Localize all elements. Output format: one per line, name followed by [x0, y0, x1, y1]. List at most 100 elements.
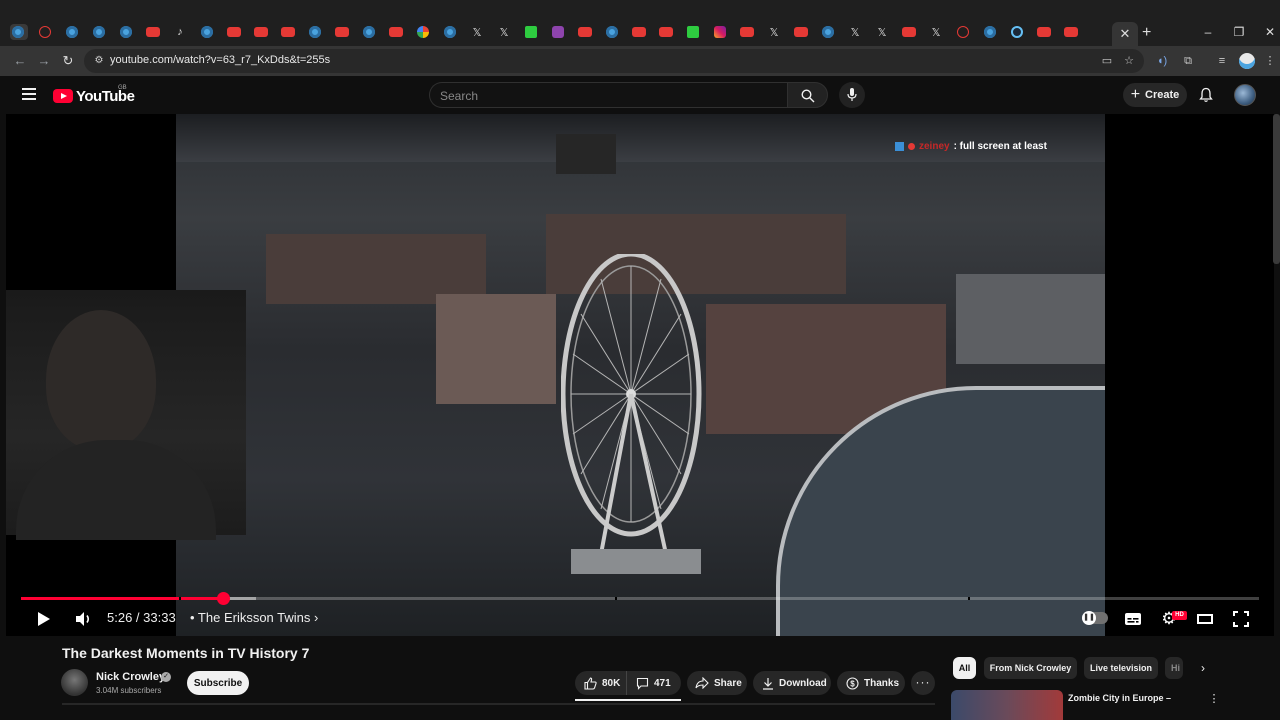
subtitles-button[interactable] — [1123, 609, 1143, 629]
browser-tab[interactable] — [440, 22, 460, 42]
new-tab-icon[interactable]: + — [1142, 24, 1156, 42]
forward-icon[interactable]: → — [36, 53, 52, 69]
browser-tab[interactable] — [413, 22, 433, 42]
browser-menu-icon[interactable]: ⋮ — [1262, 53, 1278, 69]
chapter-title[interactable]: • The Eriksson Twins › — [190, 610, 318, 625]
fullscreen-button[interactable] — [1231, 609, 1251, 629]
address-bar[interactable]: ⚙ youtube.com/watch?v=63_r7_KxDds&t=255s… — [84, 49, 1144, 73]
video-player[interactable]: zeiney : full screen at least 5:26 / 33:… — [6, 114, 1274, 636]
active-tab-close-icon[interactable]: ✕ — [1112, 22, 1138, 46]
steam-icon — [1011, 26, 1023, 38]
up-next-menu-icon[interactable]: ⋮ — [1208, 692, 1220, 706]
share-label: Share — [714, 677, 742, 689]
browser-tab[interactable] — [710, 22, 730, 42]
thanks-button[interactable]: $ Thanks — [837, 671, 905, 695]
browser-tab[interactable] — [737, 22, 757, 42]
restore-icon[interactable]: ❐ — [1231, 24, 1247, 40]
minimize-icon[interactable]: – — [1200, 24, 1216, 40]
window-close-icon[interactable]: ✕ — [1262, 24, 1278, 40]
chapter-marker — [615, 597, 618, 600]
browser-tab[interactable] — [629, 22, 649, 42]
browser-tab[interactable] — [980, 22, 1000, 42]
account-avatar[interactable] — [1234, 84, 1256, 106]
page-scrollbar[interactable] — [1273, 114, 1280, 264]
browser-profile-icon[interactable] — [1239, 53, 1255, 69]
chip-partial[interactable]: Hi — [1165, 657, 1183, 679]
ferris-wheel-graphic — [561, 254, 702, 574]
chip-live-television[interactable]: Live television — [1084, 657, 1158, 679]
chevron-right-icon[interactable]: › — [1196, 661, 1210, 675]
browser-tab[interactable] — [521, 22, 541, 42]
mute-button[interactable] — [74, 609, 94, 629]
browser-tab[interactable] — [386, 22, 406, 42]
voice-search-button[interactable] — [839, 82, 865, 108]
browser-tab[interactable] — [62, 22, 82, 42]
create-button[interactable]: + Create — [1123, 83, 1187, 107]
browser-tab[interactable] — [1061, 22, 1081, 42]
twitch-icon — [552, 26, 564, 38]
browser-tab[interactable] — [332, 22, 352, 42]
browser-tab[interactable] — [359, 22, 379, 42]
browser-tab[interactable] — [953, 22, 973, 42]
browser-tab[interactable]: 𝕏 — [764, 22, 784, 42]
browser-tab[interactable] — [197, 22, 217, 42]
search-input[interactable] — [440, 88, 770, 104]
browser-tab[interactable] — [1034, 22, 1054, 42]
browser-tab[interactable]: 𝕏 — [467, 22, 487, 42]
theater-mode-button[interactable] — [1195, 609, 1215, 629]
browser-tab[interactable]: ♪ — [170, 22, 190, 42]
download-button[interactable]: Download — [753, 671, 831, 695]
channel-name[interactable]: Nick Crowley — [96, 671, 165, 683]
browser-tab[interactable] — [278, 22, 298, 42]
chip-all[interactable]: All — [953, 657, 976, 679]
browser-tab[interactable] — [35, 22, 55, 42]
scrubber-handle[interactable] — [216, 592, 230, 605]
progress-bar[interactable] — [21, 592, 1259, 605]
super-thanks-icon: $ — [846, 676, 859, 690]
share-button[interactable]: Share — [687, 671, 747, 695]
browser-tab[interactable] — [143, 22, 163, 42]
browser-tab[interactable] — [224, 22, 244, 42]
google-icon — [417, 26, 429, 38]
media-controls-icon[interactable]: ≡ — [1214, 53, 1230, 69]
browser-tab[interactable] — [899, 22, 919, 42]
more-actions-icon[interactable]: ··· — [911, 671, 935, 695]
browser-tab[interactable]: 𝕏 — [872, 22, 892, 42]
browser-tab[interactable] — [8, 22, 28, 42]
up-next-thumbnail[interactable] — [951, 690, 1063, 720]
browser-tab[interactable] — [656, 22, 676, 42]
browser-tab[interactable] — [602, 22, 622, 42]
back-icon[interactable]: ← — [12, 53, 28, 69]
like-button[interactable]: 80K — [575, 671, 627, 695]
browser-tab[interactable]: 𝕏 — [926, 22, 946, 42]
browser-tab[interactable] — [1007, 22, 1027, 42]
browser-tab[interactable]: 𝕏 — [494, 22, 514, 42]
cast-icon[interactable]: ▭ — [1100, 54, 1114, 68]
channel-avatar[interactable] — [61, 669, 88, 696]
browser-tab[interactable]: 𝕏 — [845, 22, 865, 42]
extension-audio-icon[interactable]: ◖) — [1154, 53, 1170, 69]
browser-tab[interactable] — [305, 22, 325, 42]
browser-tab[interactable] — [818, 22, 838, 42]
browser-tab[interactable] — [575, 22, 595, 42]
browser-tab[interactable] — [89, 22, 109, 42]
browser-tab[interactable] — [683, 22, 703, 42]
notifications-bell-icon[interactable] — [1198, 87, 1214, 103]
bookmark-star-icon[interactable]: ☆ — [1122, 54, 1136, 68]
play-button[interactable] — [34, 609, 54, 629]
autoplay-toggle[interactable]: ❚❚ — [1082, 611, 1108, 625]
guide-menu-icon[interactable] — [22, 88, 36, 102]
comments-button[interactable]: 471 — [627, 671, 671, 695]
browser-tab[interactable] — [791, 22, 811, 42]
subscribe-button[interactable]: Subscribe — [187, 671, 249, 695]
reload-icon[interactable]: ↻ — [60, 53, 76, 69]
extensions-puzzle-icon[interactable]: ⧉ — [1180, 53, 1196, 69]
chromium-icon — [120, 26, 132, 38]
chip-from-channel[interactable]: From Nick Crowley — [984, 657, 1077, 679]
site-info-icon[interactable]: ⚙ — [92, 54, 106, 68]
browser-tab[interactable] — [251, 22, 271, 42]
search-button[interactable] — [787, 82, 828, 108]
browser-tab[interactable] — [116, 22, 136, 42]
up-next-title[interactable]: Zombie City in Europe – — [1068, 693, 1171, 703]
browser-tab[interactable] — [548, 22, 568, 42]
